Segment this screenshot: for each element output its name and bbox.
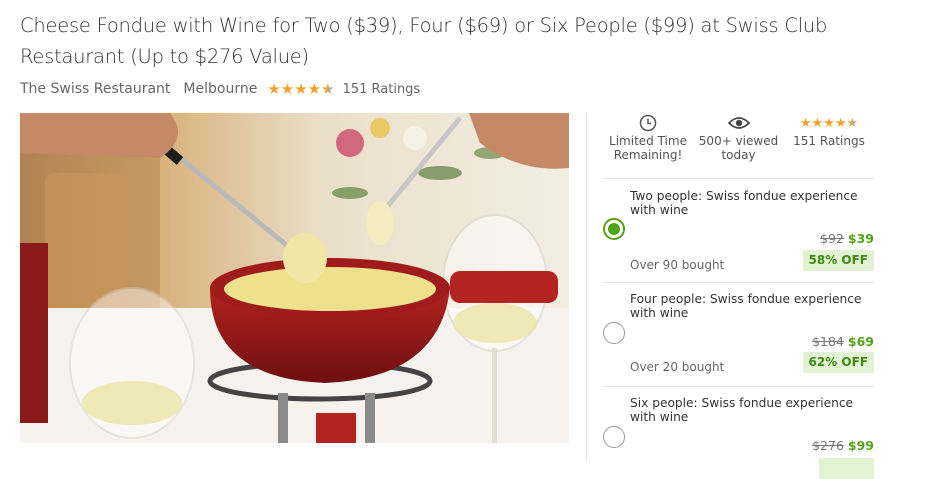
rating-stars: ★ ★ ★ ★ ★ xyxy=(800,117,858,130)
star-icon: ★ xyxy=(834,115,847,131)
star-icon: ★ xyxy=(811,115,824,131)
column-divider xyxy=(586,113,587,462)
discount-badge-partial xyxy=(819,458,874,479)
option-title: Four people: Swiss fondue experience wit… xyxy=(630,292,862,320)
half-star-icon: ★ xyxy=(321,79,335,98)
deal-price: $39 xyxy=(847,231,874,246)
views-line-1: 500+ viewed xyxy=(698,134,779,148)
views-line-2: today xyxy=(721,148,756,162)
original-price: $92 xyxy=(820,231,844,246)
option-prices: $276 $99 xyxy=(812,438,874,453)
location-link[interactable]: Melbourne xyxy=(183,81,257,97)
ratings-link[interactable]: 151 Ratings xyxy=(343,82,421,97)
time-line-1: Limited Time xyxy=(609,134,687,148)
star-icon: ★ xyxy=(294,79,308,98)
ratings-count: 151 Ratings xyxy=(793,134,865,148)
divider xyxy=(603,178,874,179)
rating-stars: ★ ★ ★ ★ ★ xyxy=(267,79,335,98)
star-icon: ★ xyxy=(799,115,812,131)
star-icon: ★ xyxy=(280,79,295,98)
deal-meta: The Swiss Restaurant Melbourne ★ ★ ★ ★ ★… xyxy=(20,79,420,99)
option-prices: $184 $69 xyxy=(812,334,874,349)
option-prices: $92 $39 xyxy=(820,231,874,246)
option-radio[interactable] xyxy=(603,218,625,240)
discount-badge: 62% OFF xyxy=(802,352,874,373)
bought-count: Over 90 bought xyxy=(630,258,725,272)
discount-badge: 58% OFF xyxy=(802,250,874,271)
option-six-people[interactable]: Six people: Swiss fondue experience with… xyxy=(603,396,874,479)
deal-highlights: Limited Time Remaining! 500+ viewed toda… xyxy=(603,113,874,171)
option-two-people[interactable]: Two people: Swiss fondue experience with… xyxy=(603,189,874,274)
ratings-highlight[interactable]: ★ ★ ★ ★ ★ 151 Ratings xyxy=(784,113,874,171)
star-icon: ★ xyxy=(267,79,281,98)
views-highlight: 500+ viewed today xyxy=(694,113,784,171)
option-radio[interactable] xyxy=(603,322,625,344)
star-icon: ★ xyxy=(307,79,322,98)
divider xyxy=(603,282,874,283)
deal-title: Cheese Fondue with Wine for Two ($39), F… xyxy=(20,14,828,68)
original-price: $276 xyxy=(812,438,844,453)
divider xyxy=(603,386,874,387)
option-radio[interactable] xyxy=(603,426,625,448)
half-star-icon: ★ xyxy=(846,115,859,131)
clock-icon xyxy=(603,113,693,133)
deal-price: $69 xyxy=(847,334,874,349)
eye-icon xyxy=(694,113,784,133)
merchant-link[interactable]: The Swiss Restaurant xyxy=(20,81,170,97)
option-title: Two people: Swiss fondue experience with… xyxy=(630,189,858,217)
time-highlight: Limited Time Remaining! xyxy=(603,113,693,171)
option-four-people[interactable]: Four people: Swiss fondue experience wit… xyxy=(603,292,874,377)
deal-price: $99 xyxy=(847,438,874,453)
original-price: $184 xyxy=(812,334,844,349)
option-title: Six people: Swiss fondue experience with… xyxy=(630,396,854,424)
star-icon: ★ xyxy=(823,115,835,131)
time-line-2: Remaining! xyxy=(613,148,683,162)
deal-hero-image xyxy=(20,113,569,443)
bought-count: Over 20 bought xyxy=(630,360,725,374)
